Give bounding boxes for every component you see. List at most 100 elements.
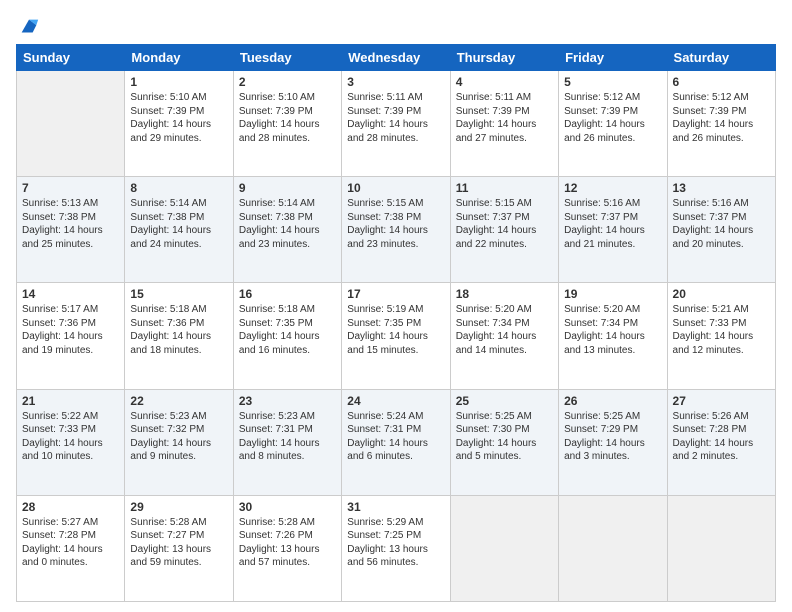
calendar-cell: 28 Sunrise: 5:27 AM Sunset: 7:28 PM Dayli… [17, 495, 125, 601]
day-number: 28 [22, 500, 119, 514]
calendar-header-tuesday: Tuesday [233, 45, 341, 71]
calendar-cell [559, 495, 667, 601]
day-number: 13 [673, 181, 770, 195]
day-number: 20 [673, 287, 770, 301]
calendar-cell: 27 Sunrise: 5:26 AM Sunset: 7:28 PM Dayli… [667, 389, 775, 495]
day-number: 24 [347, 394, 444, 408]
calendar-cell: 15 Sunrise: 5:18 AM Sunset: 7:36 PM Dayli… [125, 283, 233, 389]
calendar-cell [17, 71, 125, 177]
day-info: Sunrise: 5:12 AM Sunset: 7:39 PM Dayligh… [564, 91, 661, 145]
calendar-cell: 23Sunrise: 5:23 AM Sunset: 7:31 PM Dayli… [233, 389, 341, 495]
calendar-header-row: SundayMondayTuesdayWednesdayThursdayFrid… [17, 45, 776, 71]
day-info: Sunrise: 5:17 AM Sunset: 7:36 PM Dayligh… [22, 303, 119, 357]
day-info: Sunrise: 5:25 AM Sunset: 7:30 PM Dayligh… [456, 410, 553, 464]
day-number: 31 [347, 500, 444, 514]
day-number: 30 [239, 500, 336, 514]
day-info: Sunrise: 5:13 AM Sunset: 7:38 PM Dayligh… [22, 197, 119, 251]
logo [16, 16, 40, 34]
calendar-cell [450, 495, 558, 601]
day-info: Sunrise: 5:26 AM Sunset: 7:28 PM Dayligh… [673, 410, 770, 464]
day-number: 16 [239, 287, 336, 301]
calendar-cell: 30 Sunrise: 5:28 AM Sunset: 7:26 PM Dayli… [233, 495, 341, 601]
calendar-cell: 6Sunrise: 5:12 AM Sunset: 7:39 PM Daylig… [667, 71, 775, 177]
day-number: 14 [22, 287, 119, 301]
day-info: Sunrise: 5:23 AM Sunset: 7:31 PM Dayligh… [239, 410, 336, 464]
calendar-cell: 29Sunrise: 5:28 AM Sunset: 7:27 PM Dayli… [125, 495, 233, 601]
day-number: 19 [564, 287, 661, 301]
day-info: Sunrise: 5:29 AM Sunset: 7:25 PM Dayligh… [347, 516, 444, 570]
day-info: Sunrise: 5:25 AM Sunset: 7:29 PM Dayligh… [564, 410, 661, 464]
day-number: 12 [564, 181, 661, 195]
logo-icon [18, 16, 40, 38]
day-number: 10 [347, 181, 444, 195]
day-info: Sunrise: 5:24 AM Sunset: 7:31 PM Dayligh… [347, 410, 444, 464]
calendar-cell: 25 Sunrise: 5:25 AM Sunset: 7:30 PM Dayli… [450, 389, 558, 495]
day-info: Sunrise: 5:11 AM Sunset: 7:39 PM Dayligh… [456, 91, 553, 145]
day-number: 1 [130, 75, 227, 89]
calendar-cell: 21Sunrise: 5:22 AM Sunset: 7:33 PM Dayli… [17, 389, 125, 495]
day-info: Sunrise: 5:20 AM Sunset: 7:34 PM Dayligh… [564, 303, 661, 357]
day-info: Sunrise: 5:18 AM Sunset: 7:35 PM Dayligh… [239, 303, 336, 357]
calendar-cell: 3 Sunrise: 5:11 AM Sunset: 7:39 PM Daylig… [342, 71, 450, 177]
calendar-cell: 22Sunrise: 5:23 AM Sunset: 7:32 PM Dayli… [125, 389, 233, 495]
day-info: Sunrise: 5:16 AM Sunset: 7:37 PM Dayligh… [564, 197, 661, 251]
calendar-week-row: 1 Sunrise: 5:10 AM Sunset: 7:39 PM Daylig… [17, 71, 776, 177]
calendar-header-saturday: Saturday [667, 45, 775, 71]
calendar-cell: 2 Sunrise: 5:10 AM Sunset: 7:39 PM Daylig… [233, 71, 341, 177]
day-number: 27 [673, 394, 770, 408]
calendar-cell: 18 Sunrise: 5:20 AM Sunset: 7:34 PM Dayli… [450, 283, 558, 389]
calendar-week-row: 7 Sunrise: 5:13 AM Sunset: 7:38 PM Daylig… [17, 177, 776, 283]
calendar-cell: 8Sunrise: 5:14 AM Sunset: 7:38 PM Daylig… [125, 177, 233, 283]
day-info: Sunrise: 5:15 AM Sunset: 7:38 PM Dayligh… [347, 197, 444, 251]
header [16, 16, 776, 34]
calendar-cell: 11 Sunrise: 5:15 AM Sunset: 7:37 PM Dayli… [450, 177, 558, 283]
calendar-cell: 7 Sunrise: 5:13 AM Sunset: 7:38 PM Daylig… [17, 177, 125, 283]
calendar-header-thursday: Thursday [450, 45, 558, 71]
day-number: 3 [347, 75, 444, 89]
page: SundayMondayTuesdayWednesdayThursdayFrid… [0, 0, 792, 612]
calendar-week-row: 14 Sunrise: 5:17 AM Sunset: 7:36 PM Dayli… [17, 283, 776, 389]
day-info: Sunrise: 5:22 AM Sunset: 7:33 PM Dayligh… [22, 410, 119, 464]
day-info: Sunrise: 5:11 AM Sunset: 7:39 PM Dayligh… [347, 91, 444, 145]
calendar-cell: 14 Sunrise: 5:17 AM Sunset: 7:36 PM Dayli… [17, 283, 125, 389]
calendar-cell: 9 Sunrise: 5:14 AM Sunset: 7:38 PM Daylig… [233, 177, 341, 283]
calendar-cell: 31 Sunrise: 5:29 AM Sunset: 7:25 PM Dayli… [342, 495, 450, 601]
calendar-cell: 20 Sunrise: 5:21 AM Sunset: 7:33 PM Dayli… [667, 283, 775, 389]
day-number: 29 [130, 500, 227, 514]
day-info: Sunrise: 5:27 AM Sunset: 7:28 PM Dayligh… [22, 516, 119, 570]
day-info: Sunrise: 5:28 AM Sunset: 7:26 PM Dayligh… [239, 516, 336, 570]
day-number: 5 [564, 75, 661, 89]
day-info: Sunrise: 5:10 AM Sunset: 7:39 PM Dayligh… [239, 91, 336, 145]
calendar-cell: 17 Sunrise: 5:19 AM Sunset: 7:35 PM Dayli… [342, 283, 450, 389]
calendar-cell: 12 Sunrise: 5:16 AM Sunset: 7:37 PM Dayli… [559, 177, 667, 283]
day-number: 7 [22, 181, 119, 195]
day-number: 11 [456, 181, 553, 195]
calendar-cell [667, 495, 775, 601]
day-info: Sunrise: 5:18 AM Sunset: 7:36 PM Dayligh… [130, 303, 227, 357]
calendar-cell: 1 Sunrise: 5:10 AM Sunset: 7:39 PM Daylig… [125, 71, 233, 177]
calendar-cell: 24 Sunrise: 5:24 AM Sunset: 7:31 PM Dayli… [342, 389, 450, 495]
day-number: 2 [239, 75, 336, 89]
day-number: 18 [456, 287, 553, 301]
day-info: Sunrise: 5:23 AM Sunset: 7:32 PM Dayligh… [130, 410, 227, 464]
day-info: Sunrise: 5:19 AM Sunset: 7:35 PM Dayligh… [347, 303, 444, 357]
calendar-header-sunday: Sunday [17, 45, 125, 71]
calendar-header-wednesday: Wednesday [342, 45, 450, 71]
day-info: Sunrise: 5:15 AM Sunset: 7:37 PM Dayligh… [456, 197, 553, 251]
day-number: 8 [130, 181, 227, 195]
calendar-header-monday: Monday [125, 45, 233, 71]
calendar-cell: 13Sunrise: 5:16 AM Sunset: 7:37 PM Dayli… [667, 177, 775, 283]
day-number: 25 [456, 394, 553, 408]
calendar-week-row: 28 Sunrise: 5:27 AM Sunset: 7:28 PM Dayli… [17, 495, 776, 601]
calendar-cell: 16 Sunrise: 5:18 AM Sunset: 7:35 PM Dayli… [233, 283, 341, 389]
calendar-week-row: 21Sunrise: 5:22 AM Sunset: 7:33 PM Dayli… [17, 389, 776, 495]
day-number: 17 [347, 287, 444, 301]
day-info: Sunrise: 5:20 AM Sunset: 7:34 PM Dayligh… [456, 303, 553, 357]
day-info: Sunrise: 5:14 AM Sunset: 7:38 PM Dayligh… [239, 197, 336, 251]
day-info: Sunrise: 5:21 AM Sunset: 7:33 PM Dayligh… [673, 303, 770, 357]
day-number: 9 [239, 181, 336, 195]
calendar-table: SundayMondayTuesdayWednesdayThursdayFrid… [16, 44, 776, 602]
day-info: Sunrise: 5:10 AM Sunset: 7:39 PM Dayligh… [130, 91, 227, 145]
day-number: 15 [130, 287, 227, 301]
day-number: 4 [456, 75, 553, 89]
